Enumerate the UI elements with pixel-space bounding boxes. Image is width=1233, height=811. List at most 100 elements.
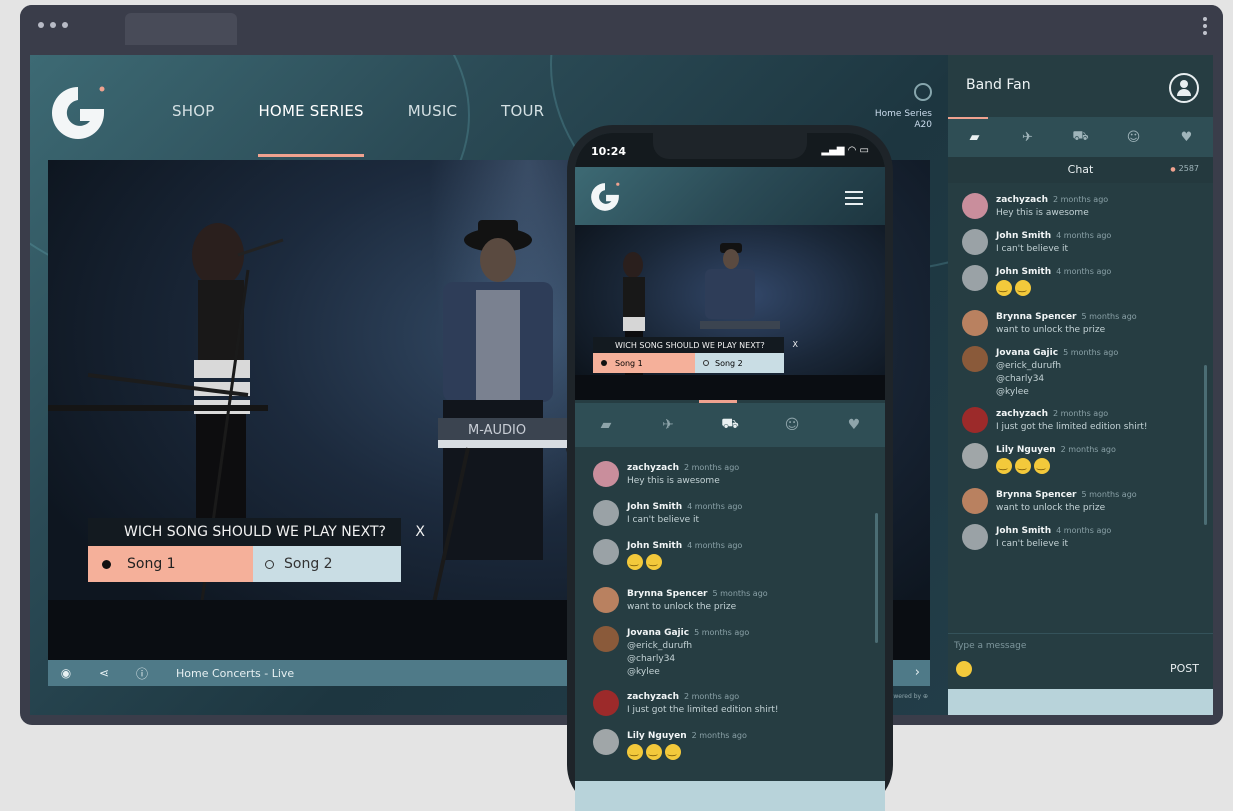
avatar[interactable] [593, 461, 619, 487]
message-author[interactable]: zachyzach [627, 463, 679, 473]
message-text: want to unlock the prize [996, 503, 1106, 513]
emoji-icon [1034, 458, 1050, 474]
avatar[interactable] [962, 229, 988, 255]
message-header: zachyzach 2 months ago [627, 463, 739, 473]
message-author[interactable]: Lily Nguyen [996, 445, 1056, 455]
brand-logo-icon[interactable] [48, 83, 108, 143]
hamburger-menu-icon[interactable] [845, 191, 863, 209]
avatar[interactable] [593, 539, 619, 565]
message-author[interactable]: John Smith [996, 231, 1051, 241]
eye-icon[interactable]: ◉ [58, 666, 74, 680]
message-author[interactable]: Jovana Gajic [996, 348, 1058, 358]
avatar[interactable] [962, 310, 988, 336]
poll-option-label: Song 2 [715, 358, 743, 368]
message-timestamp: 2 months ago [1052, 195, 1109, 204]
share-icon[interactable]: ⋖ [96, 666, 112, 680]
poll-option-song-1[interactable]: Song 1 [593, 353, 695, 373]
message-text: I can't believe it [996, 244, 1069, 254]
concert-scene [575, 243, 885, 400]
message-author[interactable]: Jovana Gajic [627, 628, 689, 638]
chat-icon[interactable]: ▰ [591, 417, 621, 433]
avatar[interactable] [593, 587, 619, 613]
nav-home-series[interactable]: HOME SERIES [258, 102, 365, 157]
phone-footer [575, 781, 885, 811]
message-author[interactable]: Brynna Spencer [627, 589, 708, 599]
nav-music[interactable]: MUSIC [408, 102, 457, 120]
avatar[interactable] [593, 626, 619, 652]
avatar[interactable] [962, 443, 988, 469]
message-author[interactable]: John Smith [996, 267, 1051, 277]
browser-menu-icon[interactable] [1203, 17, 1207, 35]
info-icon[interactable]: ⓘ [134, 665, 150, 682]
message-timestamp: 5 months ago [712, 589, 768, 598]
poll-option-song-2[interactable]: Song 2 [695, 353, 784, 373]
chat-scrollbar[interactable] [1204, 365, 1207, 525]
browser-tab[interactable] [125, 13, 237, 45]
emoji-icon [1015, 280, 1031, 296]
emoji-icon [646, 554, 662, 570]
heart-icon[interactable]: ♥ [839, 417, 869, 433]
signal-wifi-battery-icon: ▂▄▆ ◠ ▭ [821, 145, 869, 156]
brand-logo-icon[interactable] [589, 181, 621, 213]
series-badge[interactable]: Home Series A20 [875, 83, 932, 131]
poll-question-text: WICH SONG SHOULD WE PLAY NEXT? [124, 524, 386, 540]
chat-message: Brynna Spencer 5 months ago want to unlock… [962, 310, 1213, 336]
poll-close-button[interactable]: X [415, 524, 425, 540]
avatar[interactable] [962, 265, 988, 291]
cart-icon[interactable]: ⛟ [715, 416, 745, 434]
message-timestamp: 4 months ago [687, 502, 743, 511]
message-header: zachyzach 2 months ago [996, 409, 1148, 419]
nav-shop[interactable]: SHOP [172, 102, 214, 120]
message-author[interactable]: zachyzach [996, 195, 1048, 205]
message-author[interactable]: Brynna Spencer [996, 312, 1077, 322]
message-author[interactable]: zachyzach [996, 409, 1048, 419]
viewer-count: 2587 [1170, 164, 1199, 173]
emoji-picker-icon[interactable] [956, 661, 972, 677]
message-timestamp: 2 months ago [683, 692, 740, 701]
message-timestamp: 4 months ago [1056, 231, 1112, 240]
nav-tour[interactable]: TOUR [501, 102, 544, 120]
avatar[interactable] [962, 346, 988, 372]
avatar[interactable] [962, 524, 988, 550]
next-button[interactable]: › [915, 665, 920, 680]
poll-close-button[interactable]: X [793, 340, 798, 349]
twitter-icon[interactable]: ✈ [1013, 130, 1043, 145]
message-input[interactable]: Type a message [954, 641, 1026, 651]
emoji-icon[interactable]: ☺ [777, 417, 807, 433]
chat-message: Jovana Gajic 5 months ago @erick_durufh @ch… [593, 626, 873, 677]
phone-video-player[interactable]: WICH SONG SHOULD WE PLAY NEXT? X Song 1 … [575, 225, 885, 400]
poll-question: WICH SONG SHOULD WE PLAY NEXT? X [88, 518, 425, 546]
user-avatar-icon[interactable] [1169, 73, 1199, 103]
phone-chat-messages: zachyzach 2 months ago Hey this is awesome… [593, 461, 873, 777]
status-time: 10:24 [591, 145, 627, 158]
phone-notch [653, 133, 807, 159]
phone-chat-scrollbar[interactable] [875, 513, 878, 643]
avatar[interactable] [962, 193, 988, 219]
avatar[interactable] [962, 488, 988, 514]
message-header: John Smith 4 months ago [996, 526, 1111, 536]
twitter-icon[interactable]: ✈ [653, 417, 683, 433]
avatar[interactable] [962, 407, 988, 433]
cart-icon[interactable]: ⛟ [1066, 129, 1096, 146]
message-author[interactable]: John Smith [627, 541, 682, 551]
avatar[interactable] [593, 690, 619, 716]
window-controls[interactable] [38, 22, 68, 28]
sidebar-footer [948, 689, 1213, 715]
avatar[interactable] [593, 500, 619, 526]
message-author[interactable]: John Smith [996, 526, 1051, 536]
poll-option-song-1[interactable]: Song 1 [88, 546, 253, 582]
poll-question-text: WICH SONG SHOULD WE PLAY NEXT? [615, 340, 765, 350]
chat-message: zachyzach 2 months ago Hey this is awesome [962, 193, 1213, 219]
message-text: @kylee [627, 667, 660, 677]
avatar[interactable] [593, 729, 619, 755]
message-author[interactable]: zachyzach [627, 692, 679, 702]
emoji-icon [1015, 458, 1031, 474]
post-button[interactable]: POST [1170, 662, 1199, 675]
message-author[interactable]: John Smith [627, 502, 682, 512]
message-author[interactable]: Lily Nguyen [627, 731, 687, 741]
message-author[interactable]: Brynna Spencer [996, 490, 1077, 500]
poll-option-song-2[interactable]: Song 2 [253, 546, 401, 582]
heart-icon[interactable]: ♥ [1172, 130, 1202, 145]
chat-icon[interactable]: ▰ [960, 130, 990, 145]
emoji-icon[interactable]: ☺ [1119, 130, 1149, 145]
